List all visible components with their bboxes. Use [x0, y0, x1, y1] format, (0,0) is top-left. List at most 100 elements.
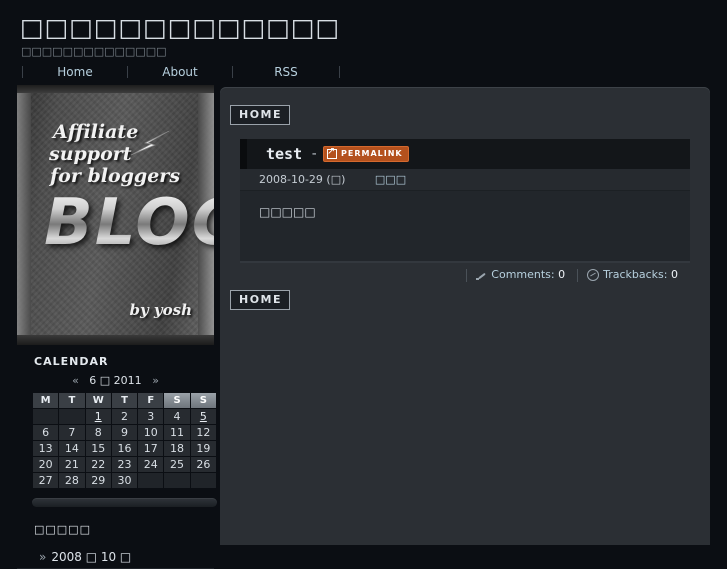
calendar-day-cell: 16 — [111, 441, 138, 456]
calendar-day-cell: 27 — [33, 473, 59, 488]
banner-bottom-edge — [17, 335, 214, 345]
calendar-weekday-row: MTWTFSS — [33, 393, 216, 408]
calendar-weekday-0: M — [33, 393, 59, 408]
calendar-day-cell: 21 — [59, 457, 85, 472]
calendar-day-cell: 13 — [33, 441, 59, 456]
footer-separator — [466, 268, 468, 282]
calendar-day-cell: 26 — [190, 457, 216, 472]
entry-title-dash: - — [310, 146, 319, 162]
main-content-panel: HOME test - PERMALINK 2008-10-29 (□) □□□… — [220, 87, 710, 545]
calendar-day-cell[interactable]: 1 — [85, 409, 111, 424]
home-button-bottom[interactable]: HOME — [230, 290, 291, 310]
calendar-empty-cell — [190, 473, 216, 488]
calendar-week-row: 6 7 8 9 10 11 12 — [33, 425, 216, 440]
calendar-weekday-6: S — [190, 393, 216, 408]
calendar-week-row: 12345 — [33, 409, 216, 424]
calendar-week-row: 20 21 22 23 24 25 26 — [33, 457, 216, 472]
nav-item-home[interactable]: Home — [23, 62, 127, 82]
calendar-day-cell: 7 — [59, 425, 85, 440]
calendar-day-cell: 6 — [33, 425, 59, 440]
calendar-day-cell: 22 — [85, 457, 111, 472]
permalink-label: PERMALINK — [341, 149, 403, 158]
entry-body: □□□□□ — [240, 191, 690, 263]
calendar-day-cell: 23 — [111, 457, 138, 472]
archive-link-0[interactable]: 2008 □ 10 □ — [51, 550, 131, 564]
entry-footer: Comments: 0 Trackbacks: 0 — [240, 267, 690, 289]
calendar-body: 1 2 3 4 5 6 7 8 9 10 11 12 13 14 15 16 17 18 19 20 21 22 23 24 2… — [33, 409, 216, 488]
trackbacks-link[interactable]: Trackbacks: 0 — [587, 267, 678, 283]
calendar-day-cell: 4 — [164, 409, 190, 424]
calendar-day-cell: 18 — [164, 441, 190, 456]
nav-item-about[interactable]: About — [128, 62, 232, 82]
nav-separator — [339, 66, 340, 78]
calendar-weekday-5: S — [164, 393, 190, 408]
sidebar: Affiliate support for bloggers BLOG by y… — [17, 85, 217, 569]
calendar-day-cell: 25 — [164, 457, 190, 472]
calendar-prev-month[interactable]: « — [72, 374, 79, 387]
calendar-day-cell: 2 — [111, 409, 138, 424]
archive-list-item[interactable]: » 2008 □ 10 □ — [17, 546, 214, 569]
calendar-empty-cell — [164, 473, 190, 488]
entry-header: test - PERMALINK — [240, 139, 690, 169]
calendar-month-year: 6 □ 2011 — [89, 374, 142, 387]
calendar-day-cell: 10 — [138, 425, 164, 440]
calendar-day-cell: 3 — [138, 409, 164, 424]
entry-category-link[interactable]: □□□ — [375, 173, 406, 186]
calendar-week-row: 13 14 15 16 17 18 19 — [33, 441, 216, 456]
site-title: □□□□□□□□□□□□□ — [20, 13, 341, 42]
calendar-day-link-5[interactable]: 5 — [200, 410, 207, 423]
calendar-empty-cell — [33, 409, 59, 424]
permalink-button[interactable]: PERMALINK — [323, 146, 409, 162]
calendar-block: CALENDAR « 6 □ 2011 » MTWTFSS 1234567891… — [17, 345, 217, 489]
calendar-weekday-2: W — [85, 393, 111, 408]
entry-title: test — [266, 145, 303, 163]
banner-line-3: for bloggers — [50, 165, 181, 187]
comments-count: 0 — [558, 268, 566, 281]
calendar-day-cell: 15 — [85, 441, 111, 456]
banner-wordmark: BLOG — [44, 191, 214, 255]
calendar-empty-cell — [138, 473, 164, 488]
archives-heading: □□□□□ — [34, 523, 91, 536]
external-link-arrow-icon — [327, 146, 337, 159]
main-navigation: Home About RSS — [0, 62, 727, 85]
trackbacks-label: Trackbacks: — [603, 268, 668, 281]
site-description: □□□□□□□□□□□□□□ — [21, 45, 167, 58]
comments-link[interactable]: Comments: 0 — [476, 267, 565, 283]
chevron-right-icon: » — [39, 550, 47, 564]
banner-line-2: support — [49, 143, 132, 165]
calendar-day-link-1[interactable]: 1 — [95, 410, 102, 423]
trackbacks-count: 0 — [671, 268, 678, 281]
calendar-day-cell: 28 — [59, 473, 85, 488]
calendar-day-cell: 12 — [190, 425, 216, 440]
archives-block: □□□□□ » 2008 □ 10 □ — [17, 513, 214, 569]
circle-arrow-icon — [587, 269, 600, 281]
banner-top-edge — [17, 85, 214, 93]
entry-date: 2008-10-29 (□) — [259, 173, 346, 186]
calendar-weekday-4: F — [138, 393, 164, 408]
calendar-weekday-3: T — [111, 393, 138, 408]
calendar-day-cell: 19 — [190, 441, 216, 456]
calendar-next-month[interactable]: » — [152, 374, 159, 387]
calendar-empty-cell — [59, 409, 85, 424]
calendar-day-cell: 30 — [111, 473, 138, 488]
calendar-week-row: 27 28 29 30 — [33, 473, 216, 488]
lightning-bolt-icon — [130, 131, 170, 156]
calendar-day-cell: 9 — [111, 425, 138, 440]
calendar-table: MTWTFSS 1 2 3 4 5 6 7 8 9 10 11 12 13 14 15 16 17 18 19 20 2… — [32, 392, 217, 489]
calendar-day-cell: 29 — [85, 473, 111, 488]
blog-banner-image: Affiliate support for bloggers BLOG by y… — [17, 85, 214, 345]
calendar-heading: CALENDAR — [34, 355, 109, 368]
calendar-weekday-1: T — [59, 393, 85, 408]
calendar-nav: « 6 □ 2011 » — [17, 374, 214, 392]
calendar-day-cell: 17 — [138, 441, 164, 456]
calendar-day-cell[interactable]: 5 — [190, 409, 216, 424]
banner-byline: by yosh — [129, 301, 193, 319]
footer-separator — [577, 268, 579, 282]
banner-left-edge — [17, 85, 31, 345]
nav-item-rss[interactable]: RSS — [233, 62, 339, 82]
pencil-icon — [476, 270, 487, 280]
archives-list: » 2008 □ 10 □ — [17, 546, 214, 569]
calendar-day-cell: 14 — [59, 441, 85, 456]
home-button-top[interactable]: HOME — [230, 105, 291, 125]
sidebar-divider — [32, 498, 217, 507]
